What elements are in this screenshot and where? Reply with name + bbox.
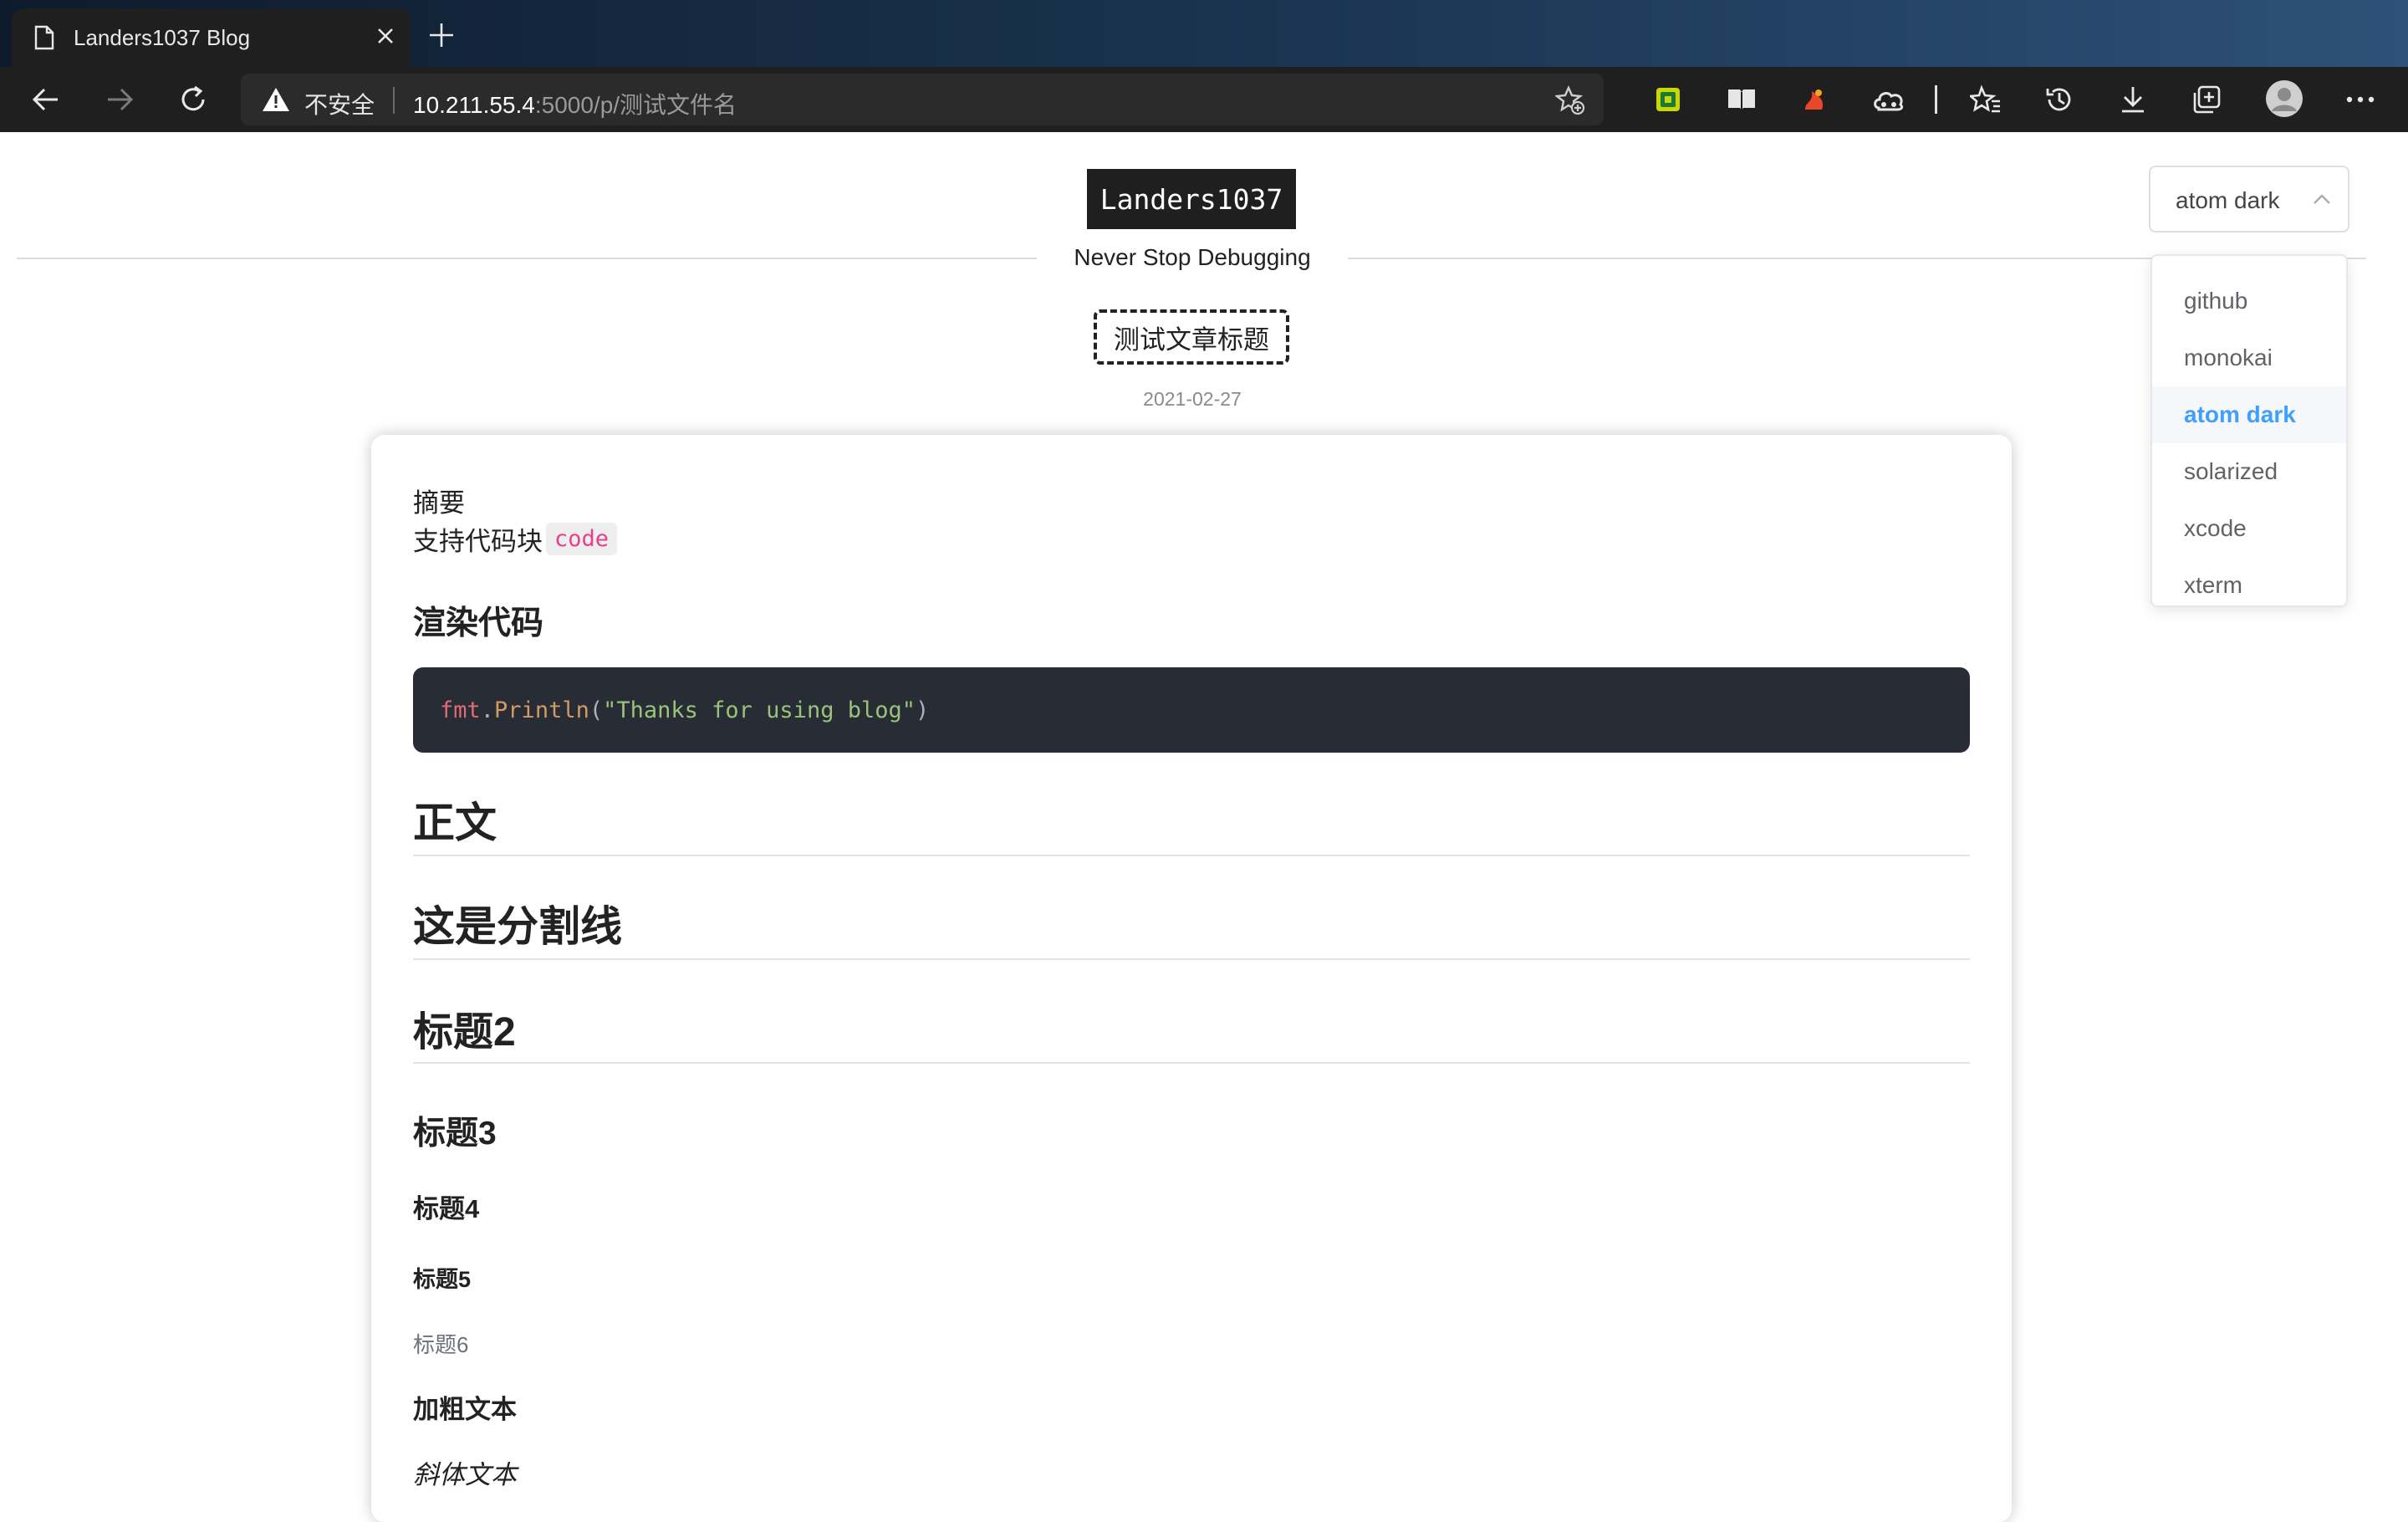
theme-option[interactable]: github (2152, 273, 2346, 329)
tab-title: Landers1037 Blog (74, 25, 251, 50)
site-tagline: Never Stop Debugging (1074, 244, 1311, 270)
code-token-dot: . (480, 697, 495, 723)
heading-5: 标题5 (413, 1267, 472, 1292)
new-tab-icon[interactable] (428, 22, 455, 53)
heading-divider: 这是分割线 (413, 903, 622, 950)
code-token-function: Println (494, 697, 589, 723)
close-tab-icon[interactable] (373, 23, 398, 53)
theme-option-selected[interactable]: atom dark (2152, 386, 2346, 443)
address-divider (393, 87, 395, 114)
back-icon[interactable] (28, 82, 64, 117)
warning-icon[interactable] (261, 86, 291, 117)
heading-underline (413, 958, 1970, 960)
toolbar-separator (1935, 85, 1937, 114)
header-divider-left (17, 258, 1037, 259)
favorites-icon[interactable] (1968, 82, 2003, 117)
theme-option[interactable]: xterm (2152, 557, 2346, 614)
url-text[interactable]: 10.211.55.4:5000/p/测试文件名 (413, 87, 737, 120)
reload-icon[interactable] (176, 82, 211, 117)
code-token-object: fmt (440, 697, 481, 723)
extension-chip-icon[interactable] (1650, 82, 1686, 117)
site-logo[interactable]: Landers1037 (1087, 169, 1296, 229)
browser-tab-strip: Landers1037 Blog (0, 0, 2408, 67)
article-card: 摘要 支持代码块 code 渲染代码 fmt. Println("Thanks f… (371, 435, 2012, 1522)
extension-reader-icon[interactable] (1724, 82, 1759, 117)
heading-3: 标题3 (413, 1116, 497, 1152)
collections-icon[interactable] (2189, 82, 2224, 117)
theme-option[interactable]: solarized (2152, 443, 2346, 500)
code-block: fmt. Println("Thanks for using blog") (413, 667, 1970, 753)
theme-select[interactable]: atom dark (2149, 166, 2349, 232)
heading-4: 标题4 (413, 1194, 480, 1223)
inline-code: code (546, 523, 618, 555)
code-token-string: "Thanks for using blog" (603, 697, 916, 723)
theme-dropdown-menu: github monokai atom dark solarized xcode… (2150, 254, 2348, 607)
extension-flame-icon[interactable] (1798, 82, 1833, 117)
heading-underline (413, 855, 1970, 856)
heading-6: 标题6 (413, 1332, 469, 1357)
summary-text: 支持代码块 (413, 527, 543, 556)
theme-option[interactable]: monokai (2152, 329, 2346, 386)
more-menu-icon[interactable] (2343, 82, 2378, 117)
code-token-close-paren: ) (915, 697, 930, 723)
insecure-label[interactable]: 不安全 (304, 87, 375, 120)
browser-toolbar: 不安全 10.211.55.4:5000/p/测试文件名 (0, 67, 2408, 132)
summary-line: 支持代码块 code (413, 520, 618, 558)
history-icon[interactable] (2042, 82, 2077, 117)
download-icon[interactable] (2115, 82, 2150, 117)
url-host: 10.211.55.4 (413, 92, 535, 118)
profile-avatar-icon[interactable] (2264, 79, 2304, 119)
post-title: 测试文章标题 (1094, 309, 1289, 365)
heading-body: 正文 (413, 799, 497, 846)
theme-option[interactable]: xcode (2152, 500, 2346, 557)
url-path: :5000/p/测试文件名 (534, 92, 737, 118)
theme-select-value: atom dark (2176, 187, 2280, 213)
heading-2: 标题2 (413, 1010, 516, 1055)
chevron-up-icon[interactable] (2311, 189, 2333, 215)
bold-text: 加粗文本 (413, 1395, 517, 1424)
heading-underline (413, 1062, 1970, 1064)
address-bar[interactable]: 不安全 10.211.55.4:5000/p/测试文件名 (241, 74, 1604, 125)
code-token-open-paren: ( (589, 697, 604, 723)
summary-label: 摘要 (413, 488, 465, 518)
browser-tab[interactable]: Landers1037 Blog (12, 8, 410, 67)
extension-cloud-icon[interactable] (1871, 82, 1906, 117)
page-icon (33, 25, 55, 54)
post-date: 2021-02-27 (1143, 388, 1242, 410)
heading-render-code: 渲染代码 (413, 605, 544, 641)
italic-text: 斜体文本 (413, 1460, 517, 1489)
forward-icon[interactable] (102, 82, 137, 117)
add-favorite-icon[interactable] (1553, 85, 1585, 120)
